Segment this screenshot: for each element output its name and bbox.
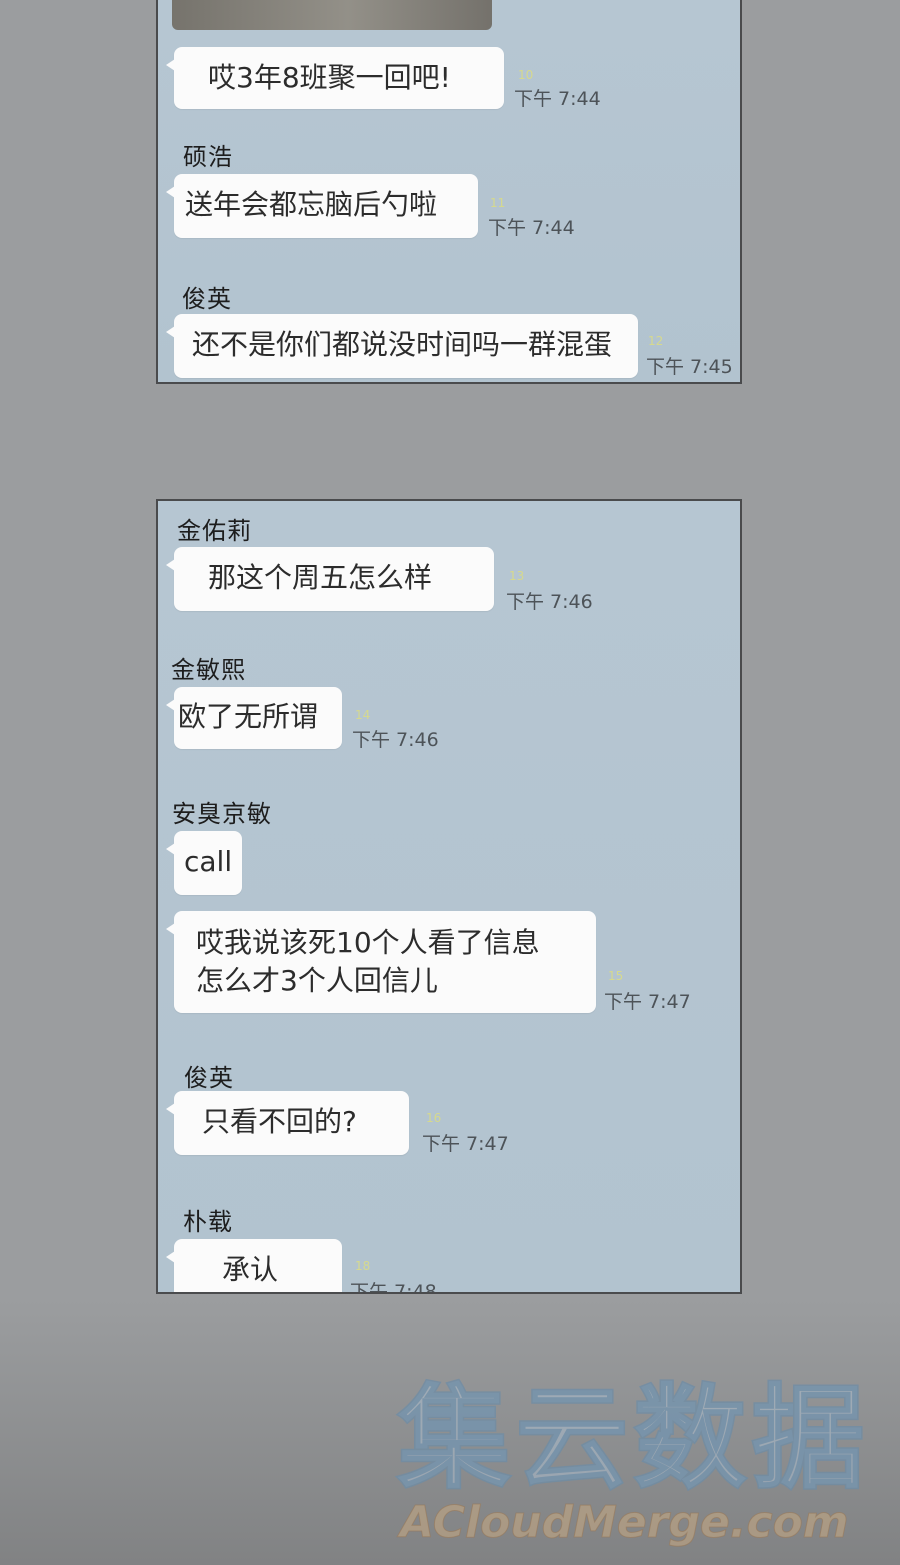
message-time: 下午 7:44 <box>488 217 575 239</box>
shared-image-fragment <box>172 0 492 30</box>
read-count: 16 <box>426 1111 442 1125</box>
sender-name: 俊英 <box>182 285 232 313</box>
message-text: call <box>184 845 233 878</box>
message-time: 下午 7:47 <box>422 1133 509 1155</box>
message-time: 下午 7:46 <box>352 729 439 751</box>
message-time: 下午 7:48 <box>350 1281 437 1294</box>
message-bubble: 承认 <box>166 1239 342 1292</box>
message-text: 只看不回的? <box>202 1105 357 1138</box>
read-count: 15 <box>608 969 624 983</box>
read-count: 13 <box>509 569 525 583</box>
message-time: 下午 7:44 <box>514 88 601 110</box>
watermark-english: ACloudMerge.com <box>400 1497 850 1549</box>
message-bubble: 哎3年8班聚一回吧! <box>166 47 504 109</box>
message-time: 下午 7:45 <box>646 356 733 378</box>
message-bubble: 那这个周五怎么样 <box>166 547 494 611</box>
message-time: 下午 7:46 <box>506 591 593 613</box>
read-count: 10 <box>518 68 534 82</box>
message-bubble: 欧了无所谓 <box>166 687 342 749</box>
sender-name: 朴载 <box>183 1208 233 1236</box>
read-count: 18 <box>355 1259 371 1273</box>
message-text: 还不是你们都说没时间吗一群混蛋 <box>192 328 613 361</box>
message-text: 欧了无所谓 <box>178 700 319 733</box>
chat-panel-1: 哎3年8班聚一回吧! 10 下午 7:44 硕浩 送年会都忘脑后勺啦 11 下午… <box>156 0 742 384</box>
message-text: 承认 <box>222 1253 279 1286</box>
watermark: 集云数据 ACloudMerge.com <box>397 1374 888 1555</box>
message-bubble: 只看不回的? <box>166 1091 409 1155</box>
sender-name: 金佑莉 <box>177 517 252 545</box>
read-count: 11 <box>490 196 506 210</box>
message-text: 哎我说该死10个人看了信息 <box>196 926 540 959</box>
message-text: 送年会都忘脑后勺啦 <box>185 188 438 221</box>
chat-panel-2: 金佑莉 那这个周五怎么样 13 下午 7:46 金敏熙 欧了无所谓 14 下午 … <box>156 499 742 1294</box>
sender-name: 安臭京敏 <box>172 800 272 828</box>
sender-name: 俊英 <box>184 1064 234 1092</box>
message-time: 下午 7:47 <box>604 991 691 1013</box>
message-bubble: 送年会都忘脑后勺啦 <box>166 174 478 238</box>
message-bubble: 哎我说该死10个人看了信息 怎么才3个人回信儿 <box>166 911 596 1013</box>
read-count: 12 <box>648 334 664 348</box>
sender-name: 金敏熙 <box>171 656 246 684</box>
watermark-chinese: 集云数据 <box>397 1374 870 1505</box>
message-bubble: call <box>166 831 242 895</box>
message-text: 那这个周五怎么样 <box>208 561 433 594</box>
message-text: 怎么才3个人回信儿 <box>196 964 438 997</box>
message-bubble: 还不是你们都说没时间吗一群混蛋 <box>166 314 638 378</box>
sender-name: 硕浩 <box>183 143 233 171</box>
message-text: 哎3年8班聚一回吧! <box>208 61 451 94</box>
read-count: 14 <box>355 708 371 722</box>
